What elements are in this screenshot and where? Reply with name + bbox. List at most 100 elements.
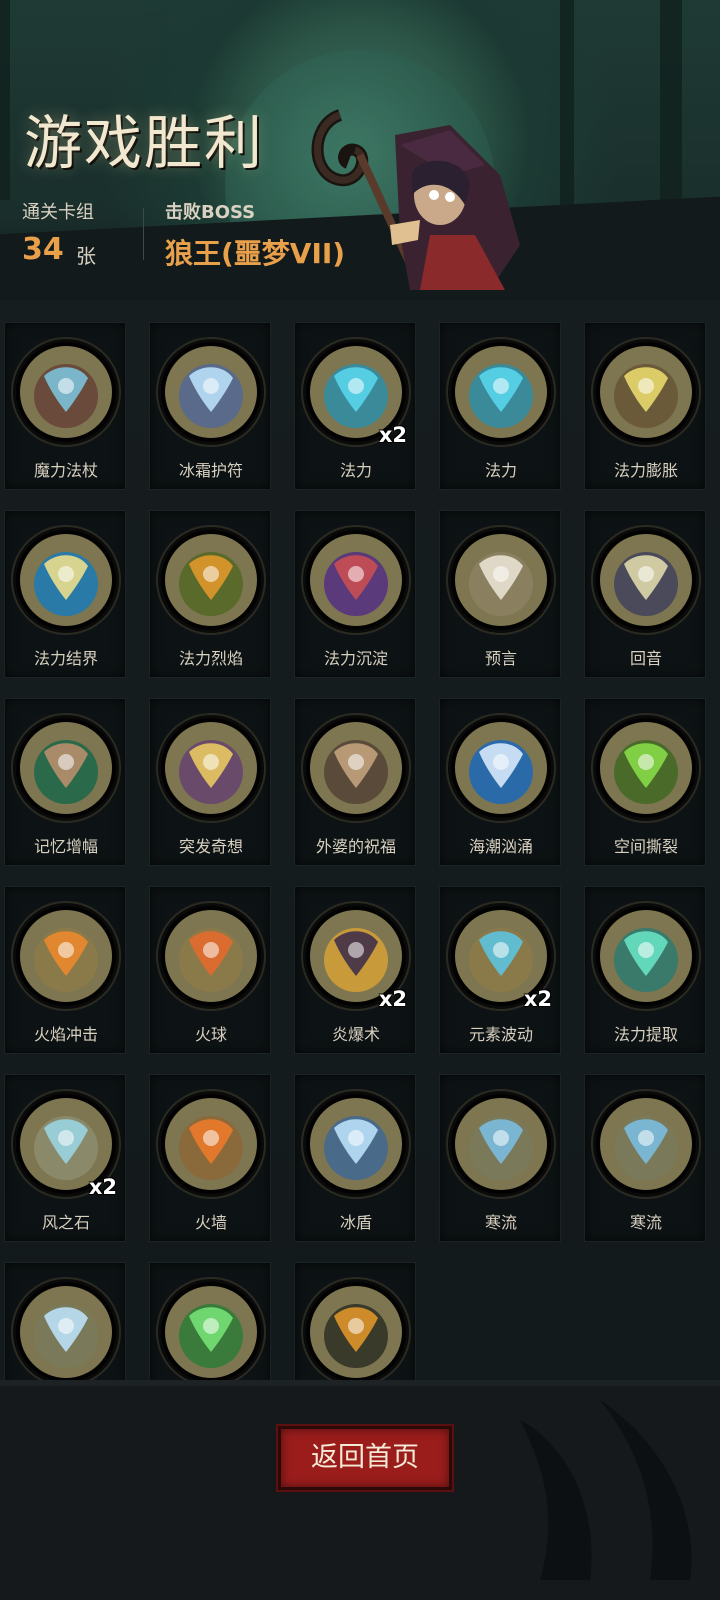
cold-tree-icon [600, 1098, 692, 1190]
card-name: 风之石 [41, 1213, 90, 1232]
card-art-frame [158, 1091, 264, 1197]
deck-card[interactable]: 冰盾 [294, 1074, 416, 1242]
deck-card[interactable]: 空间撕裂 [584, 698, 706, 866]
ice-shield-icon [310, 1098, 402, 1190]
card-art-frame [158, 339, 264, 445]
card-name: 法力沉淀 [323, 649, 388, 668]
card-art-frame [158, 903, 264, 1009]
deck-card[interactable]: 法力膨胀 [584, 322, 706, 490]
card-name: 火墙 [194, 1213, 227, 1232]
card-count-badge: x2 [88, 1175, 117, 1199]
deck-card[interactable]: 寒流 [439, 1074, 561, 1242]
footer-bar: 返回首页 [0, 1380, 720, 1600]
grandma-icon [310, 722, 402, 814]
card-art-frame [593, 903, 699, 1009]
boss-label: 击败BOSS [165, 202, 256, 223]
card-art-frame [448, 715, 554, 821]
card-name: 突发奇想 [178, 837, 243, 856]
deck-card[interactable]: 记忆增幅 [4, 698, 126, 866]
card-art-frame [303, 1091, 409, 1197]
back-to-home-button[interactable]: 返回首页 [278, 1426, 452, 1490]
card-art-frame [448, 527, 554, 633]
card-art-frame [158, 527, 264, 633]
deck-card[interactable]: 法力 [439, 322, 561, 490]
deck-card[interactable]: 火球 [149, 886, 271, 1054]
deck-card[interactable]: x2 元素波动 [439, 886, 561, 1054]
deck-count: 34 [22, 232, 64, 267]
deck-card[interactable]: 法力提取 [584, 886, 706, 1054]
card-name: 海潮汹涌 [468, 837, 533, 856]
deck-card[interactable]: 法力沉淀 [294, 510, 416, 678]
card-name: 炎爆术 [331, 1025, 380, 1044]
stat-divider [143, 208, 144, 260]
card-count-badge: x2 [378, 423, 407, 447]
card-name: 空间撕裂 [613, 837, 678, 856]
mana-sediment-icon [310, 534, 402, 626]
deck-card[interactable]: x2 风之石 [4, 1074, 126, 1242]
card-name: 回音 [629, 649, 662, 668]
fire-blast-icon [20, 910, 112, 1002]
space-rift-icon [600, 722, 692, 814]
card-art-frame [303, 715, 409, 821]
fire-wall-icon [165, 1098, 257, 1190]
tidal-wave-icon [455, 722, 547, 814]
deck-card[interactable]: 火墙 [149, 1074, 271, 1242]
card-art-frame [13, 1279, 119, 1380]
ice-shards-icon [20, 1286, 112, 1378]
card-art-frame [13, 903, 119, 1009]
card-art-frame [303, 527, 409, 633]
card-name: 魔力法杖 [33, 461, 98, 480]
card-art-frame [593, 1091, 699, 1197]
card-name: 火球 [194, 1025, 227, 1044]
boss-name: 狼王(噩梦VII) [165, 237, 346, 270]
card-name: 外婆的祝福 [315, 837, 396, 856]
card-name: 寒流 [629, 1213, 662, 1232]
deck-card[interactable]: 寒流 [584, 1074, 706, 1242]
footer-silhouette-decoration [0, 1380, 720, 1580]
card-name: 法力 [484, 461, 517, 480]
cold-tree-icon [455, 1098, 547, 1190]
deck-unit: 张 [76, 244, 96, 268]
card-name: 法力烈焰 [178, 649, 243, 668]
deck-card[interactable] [149, 1262, 271, 1380]
card-art-frame [13, 527, 119, 633]
deck-card[interactable]: x2 炎爆术 [294, 886, 416, 1054]
deck-card[interactable]: 回音 [584, 510, 706, 678]
card-name: 冰盾 [339, 1213, 372, 1232]
card-count-badge: x2 [523, 987, 552, 1011]
page-title: 游戏胜利 [24, 109, 265, 177]
deck-card[interactable]: 魔力法杖 [4, 322, 126, 490]
idea-bulb-icon [165, 722, 257, 814]
card-count-badge: x2 [378, 987, 407, 1011]
deck-card[interactable]: 火焰冲击 [4, 886, 126, 1054]
deck-card[interactable]: 预言 [439, 510, 561, 678]
deck-card[interactable] [4, 1262, 126, 1380]
green-vortex-icon [165, 1286, 257, 1378]
card-name: 寒流 [484, 1213, 517, 1232]
mana-skull-icon [600, 910, 692, 1002]
card-art-frame [303, 1279, 409, 1380]
card-name: 法力结界 [33, 649, 98, 668]
card-art-frame [593, 527, 699, 633]
dark-explosion-icon [310, 1286, 402, 1378]
frost-amulet-icon [165, 346, 257, 438]
echo-wolf-icon [600, 534, 692, 626]
deck-card[interactable]: 外婆的祝福 [294, 698, 416, 866]
prophecy-icon [455, 534, 547, 626]
mana-flame-icon [165, 534, 257, 626]
deck-card[interactable]: 法力结界 [4, 510, 126, 678]
deck-card[interactable]: 法力烈焰 [149, 510, 271, 678]
tree-trunk [0, 0, 10, 200]
deck-card[interactable]: 海潮汹涌 [439, 698, 561, 866]
card-name: 冰霜护符 [178, 461, 243, 480]
staff-icon [20, 346, 112, 438]
card-art-frame [158, 715, 264, 821]
deck-card[interactable]: 冰霜护符 [149, 322, 271, 490]
deck-card[interactable]: 突发奇想 [149, 698, 271, 866]
deck-card[interactable]: x2 法力 [294, 322, 416, 490]
card-art-frame [448, 339, 554, 445]
card-name: 预言 [484, 649, 517, 668]
card-art-frame [448, 1091, 554, 1197]
deck-card[interactable] [294, 1262, 416, 1380]
card-name: 火焰冲击 [33, 1025, 98, 1044]
